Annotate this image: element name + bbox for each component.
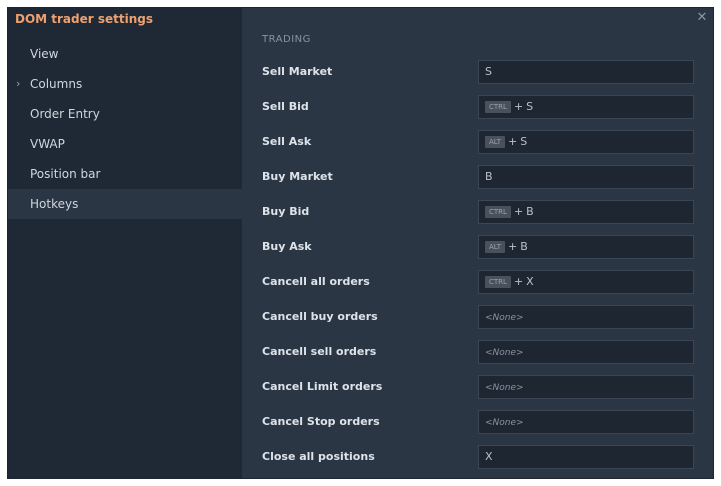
sidebar-nav: View › Columns Order Entry VWAP Position… — [8, 39, 242, 219]
hotkey-label: Cancell all orders — [262, 275, 370, 288]
chevron-right-icon[interactable]: › — [16, 69, 20, 99]
section-title: TRADING — [262, 34, 311, 45]
hotkey-label: Cancel Stop orders — [262, 415, 380, 428]
settings-window: DOM trader settings View › Columns Order… — [7, 7, 714, 479]
modifier-badge: CTRL — [485, 206, 511, 218]
hotkey-label: Cancel Limit orders — [262, 380, 383, 393]
key-value: X — [485, 450, 493, 463]
sidebar-item-hotkeys[interactable]: Hotkeys — [8, 189, 242, 219]
hotkey-label: Cancell buy orders — [262, 310, 378, 323]
hotkey-label: Buy Bid — [262, 205, 310, 218]
hotkey-label: Sell Market — [262, 65, 333, 78]
hotkey-label: Cancell sell orders — [262, 345, 377, 358]
hotkey-field[interactable]: CTRL + S — [478, 95, 694, 119]
hotkey-row: Close all positions X — [262, 445, 694, 478]
key-value: X — [526, 275, 534, 288]
window-title: DOM trader settings — [15, 12, 153, 26]
none-value: <None> — [485, 418, 524, 428]
plus-sign: + — [513, 205, 524, 218]
sidebar-item-order-entry[interactable]: Order Entry — [8, 99, 242, 129]
sidebar-item-label: Hotkeys — [30, 197, 79, 211]
hotkey-label: Buy Ask — [262, 240, 312, 253]
none-value: <None> — [485, 313, 524, 323]
plus-sign: + — [508, 240, 518, 253]
modifier-badge: CTRL — [485, 276, 511, 288]
sidebar-item-position-bar[interactable]: Position bar — [8, 159, 242, 189]
hotkey-row: Cancel Stop orders <None> — [262, 410, 694, 445]
hotkey-field[interactable]: S — [478, 60, 694, 84]
hotkey-field[interactable]: <None> — [478, 375, 694, 399]
modifier-badge: ALT — [485, 136, 506, 148]
hotkey-row: Cancell buy orders <None> — [262, 305, 694, 340]
key-value: S — [526, 100, 534, 113]
hotkey-row: Cancel Limit orders <None> — [262, 375, 694, 410]
sidebar-item-label: View — [30, 47, 59, 61]
key-value: S — [485, 65, 492, 78]
sidebar-item-label: VWAP — [30, 137, 65, 151]
hotkey-field[interactable]: CTRL + B — [478, 200, 694, 224]
hotkey-field[interactable]: <None> — [478, 305, 694, 329]
hotkey-field[interactable]: X — [478, 445, 694, 469]
sidebar-item-label: Position bar — [30, 167, 101, 181]
hotkey-field[interactable]: ALT + B — [478, 235, 694, 259]
hotkey-field[interactable]: ALT + S — [478, 130, 694, 154]
hotkey-label: Sell Bid — [262, 100, 309, 113]
key-value: S — [520, 135, 528, 148]
sidebar-item-columns[interactable]: › Columns — [8, 69, 242, 99]
plus-sign: + — [513, 275, 524, 288]
hotkey-row: Sell Bid CTRL + S — [262, 95, 694, 130]
sidebar: DOM trader settings View › Columns Order… — [8, 8, 242, 478]
hotkey-list: Sell Market S Sell Bid CTRL + S Sell Ask A… — [262, 60, 694, 478]
none-value: <None> — [485, 348, 524, 358]
hotkey-field[interactable]: CTRL + X — [478, 270, 694, 294]
sidebar-item-label: Columns — [30, 77, 83, 91]
plus-sign: + — [508, 135, 518, 148]
close-icon[interactable]: ✕ — [695, 11, 709, 25]
key-value: B — [520, 240, 528, 253]
hotkey-field[interactable]: B — [478, 165, 694, 189]
sidebar-item-view[interactable]: View — [8, 39, 242, 69]
hotkey-row: Buy Ask ALT + B — [262, 235, 694, 270]
sidebar-item-label: Order Entry — [30, 107, 100, 121]
hotkey-label: Close all positions — [262, 450, 375, 463]
none-value: <None> — [485, 383, 524, 393]
modifier-badge: ALT — [485, 241, 506, 253]
hotkey-field[interactable]: <None> — [478, 410, 694, 434]
key-value: B — [526, 205, 534, 218]
hotkey-row: Sell Ask ALT + S — [262, 130, 694, 165]
hotkey-label: Sell Ask — [262, 135, 312, 148]
hotkey-row: Cancell sell orders <None> — [262, 340, 694, 375]
modifier-badge: CTRL — [485, 101, 511, 113]
plus-sign: + — [513, 100, 524, 113]
sidebar-item-vwap[interactable]: VWAP — [8, 129, 242, 159]
hotkey-row: Sell Market S — [262, 60, 694, 95]
hotkey-row: Buy Bid CTRL + B — [262, 200, 694, 235]
hotkey-row: Buy Market B — [262, 165, 694, 200]
hotkey-row: Cancell all orders CTRL + X — [262, 270, 694, 305]
hotkey-label: Buy Market — [262, 170, 333, 183]
key-value: B — [485, 170, 493, 183]
hotkey-field[interactable]: <None> — [478, 340, 694, 364]
